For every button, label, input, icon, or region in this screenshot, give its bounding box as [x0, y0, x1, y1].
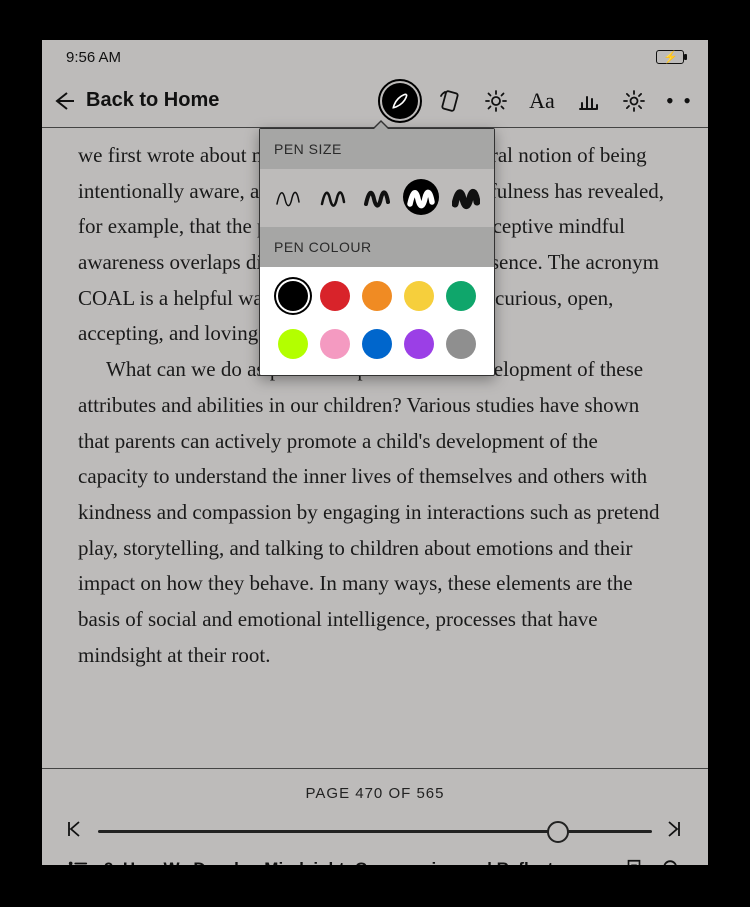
battery-icon: ⚡ [656, 50, 684, 64]
page-number-label: PAGE 470 OF 565 [66, 785, 684, 802]
pen-size-row [260, 169, 494, 227]
pen-colour-swatch-9[interactable] [404, 329, 434, 359]
toolbar-icons: Aa • • • [382, 83, 694, 119]
pen-colour-swatch-3[interactable] [362, 281, 392, 311]
chapter-row: 9. How We Develop Mindsight: Compassion … [66, 857, 684, 865]
arrow-left-icon [52, 89, 76, 113]
pen-settings-popover: PEN SIZE PEN COLOUR [259, 128, 495, 376]
paragraph: What can we do as parents to promote the… [78, 352, 672, 673]
pen-size-option-2[interactable] [315, 179, 351, 215]
pen-colour-swatch-5[interactable] [446, 281, 476, 311]
toc-button[interactable] [66, 857, 90, 865]
clock: 9:56 AM [66, 49, 121, 66]
settings-gear-button[interactable] [620, 87, 648, 115]
notes-button[interactable] [622, 857, 646, 865]
back-label: Back to Home [86, 89, 219, 112]
pen-colour-grid [260, 267, 494, 375]
pen-colour-swatch-2[interactable] [320, 281, 350, 311]
chapter-title: 9. How We Develop Mindsight: Compassion … [104, 859, 608, 865]
go-end-button[interactable] [666, 820, 684, 843]
search-button[interactable] [660, 857, 684, 865]
font-settings-button[interactable]: Aa [528, 87, 556, 115]
progress-slider-row [66, 820, 684, 843]
status-bar: 9:56 AM ⚡ [42, 40, 708, 74]
brightness-button[interactable] [482, 87, 510, 115]
ereader-screen: 9:56 AM ⚡ Back to Home Aa [42, 40, 708, 865]
pen-colour-swatch-10[interactable] [446, 329, 476, 359]
pen-size-option-4[interactable] [403, 179, 439, 215]
pen-tool-button[interactable] [382, 83, 418, 119]
pen-size-option-5[interactable] [448, 179, 484, 215]
go-start-button[interactable] [66, 820, 84, 843]
slider-thumb-icon[interactable] [547, 821, 569, 843]
pen-size-option-1[interactable] [270, 179, 306, 215]
bottom-bar: PAGE 470 OF 565 9. How We Develop Mindsi… [42, 768, 708, 865]
pen-colour-swatch-7[interactable] [320, 329, 350, 359]
progress-slider[interactable] [98, 830, 652, 833]
stats-button[interactable] [574, 87, 602, 115]
pen-size-option-3[interactable] [359, 179, 395, 215]
pen-colour-header: PEN COLOUR [260, 227, 494, 267]
pen-colour-swatch-6[interactable] [278, 329, 308, 359]
back-to-home-button[interactable]: Back to Home [52, 89, 219, 113]
pen-colour-swatch-4[interactable] [404, 281, 434, 311]
pen-size-header: PEN SIZE [260, 129, 494, 169]
pen-colour-swatch-8[interactable] [362, 329, 392, 359]
rotate-button[interactable] [436, 87, 464, 115]
more-menu-button[interactable]: • • • [666, 87, 694, 115]
pen-colour-swatch-1[interactable] [278, 281, 308, 311]
